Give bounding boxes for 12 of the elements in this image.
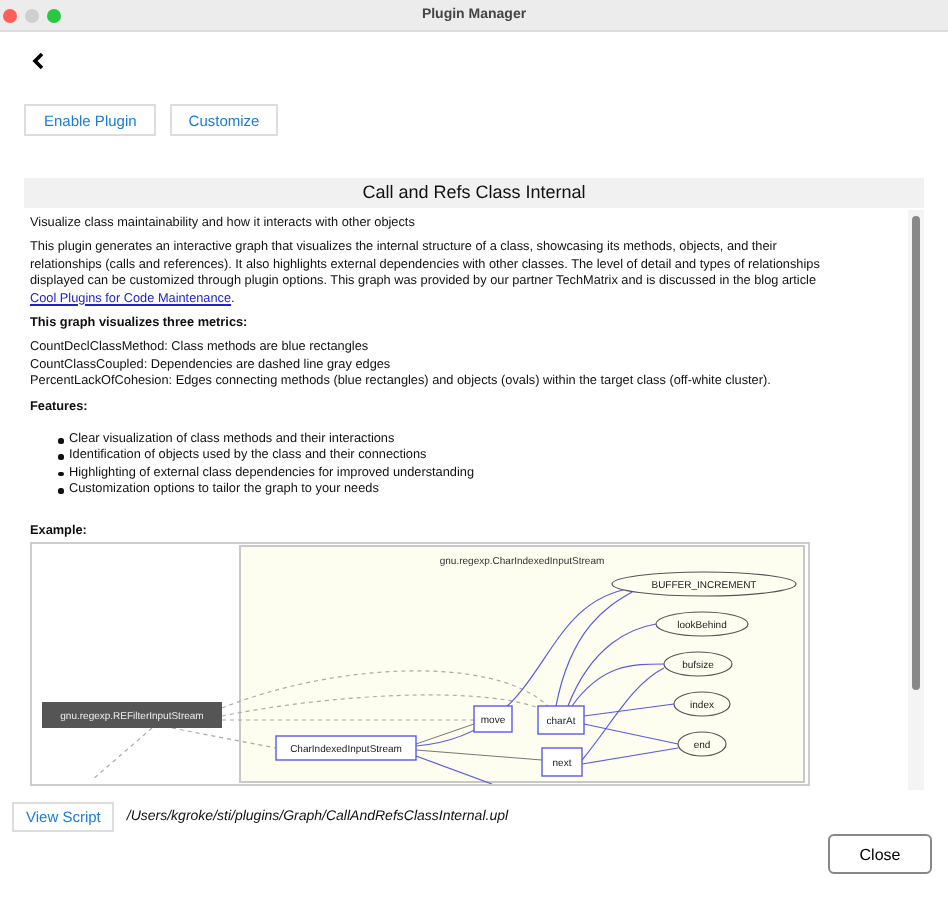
scrollbar-thumb[interactable] [912, 216, 920, 690]
plugin-title: Call and Refs Class Internal [24, 178, 924, 208]
scrollbar[interactable] [908, 210, 924, 790]
bullet-icon [58, 471, 63, 477]
dashed-edge-line [171, 727, 277, 749]
bullet-icon [58, 438, 63, 444]
window-controls-icon[interactable] [2, 8, 66, 24]
bullet-icon [58, 488, 63, 494]
close-button[interactable]: Close [828, 834, 932, 874]
bullet-icon [58, 454, 63, 460]
dashed-edge-line [91, 727, 153, 781]
back-icon[interactable] [32, 52, 44, 70]
